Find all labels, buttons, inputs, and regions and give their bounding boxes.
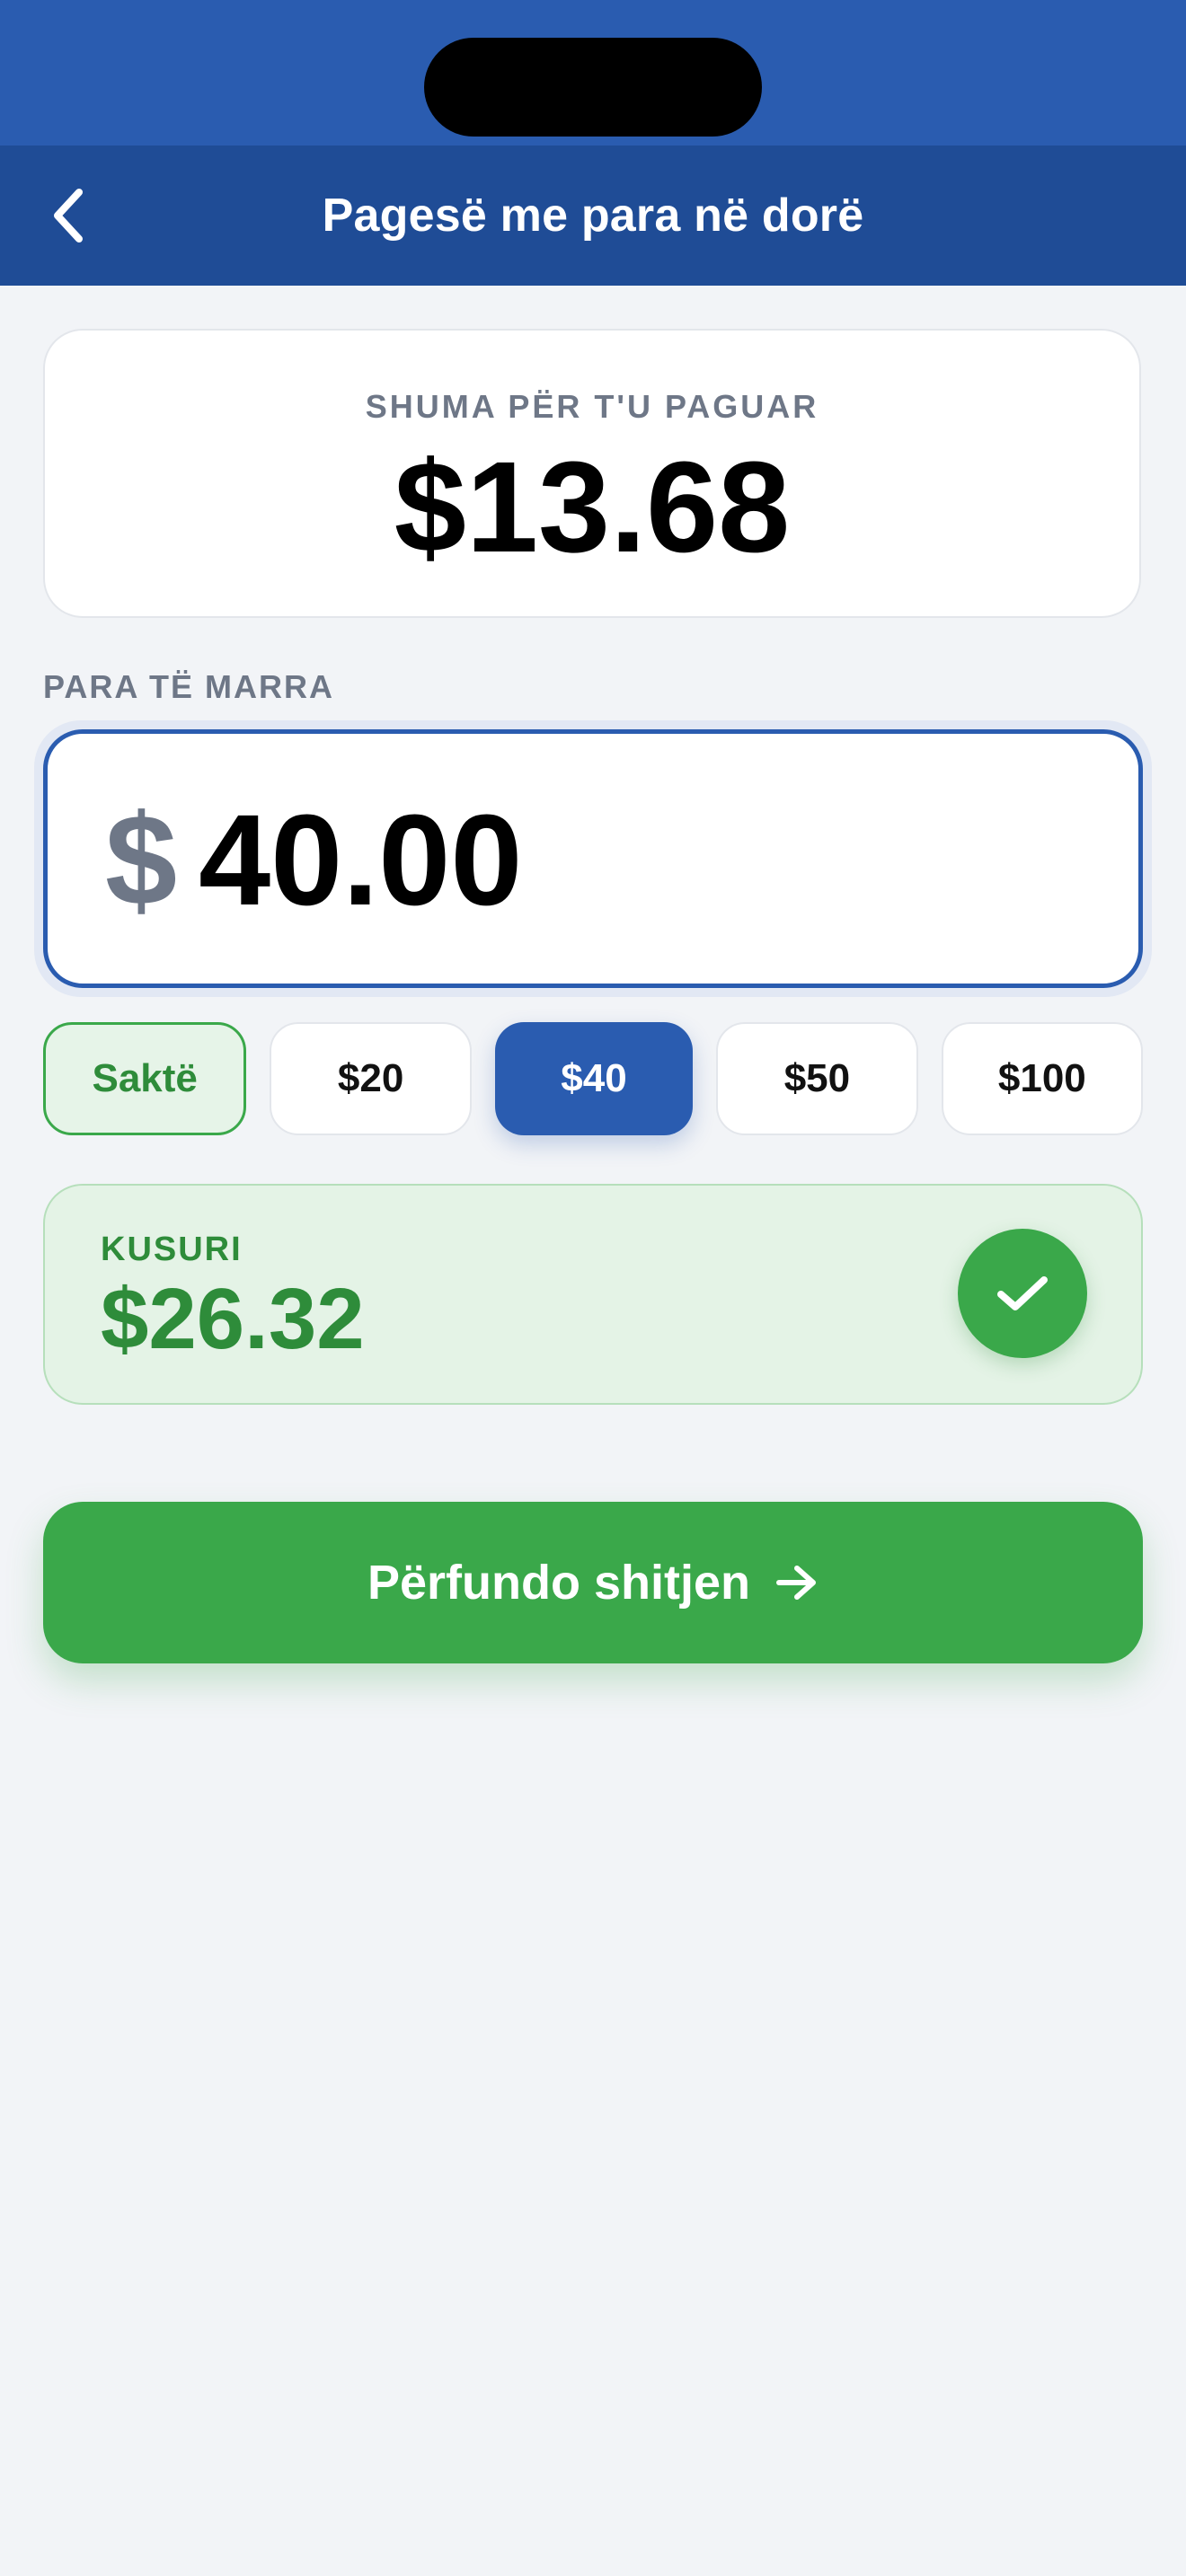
page-title: Pagesë me para në dorë [322, 190, 864, 242]
arrow-right-icon [775, 1563, 819, 1602]
dynamic-island [424, 38, 762, 137]
change-card: KUSURI $26.32 [43, 1184, 1143, 1405]
amount-due-label: SHUMA PËR T'U PAGUAR [365, 388, 819, 425]
quick-amount-100-button[interactable]: $100 [941, 1022, 1144, 1135]
quick-amount-row: Saktë $20 $40 $50 $100 [43, 1022, 1144, 1135]
quick-amount-exact-button[interactable]: Saktë [43, 1022, 247, 1135]
quick-amount-20-button[interactable]: $20 [270, 1022, 472, 1135]
quick-amount-50-button[interactable]: $50 [716, 1022, 918, 1135]
cash-received-value: 40.00 [199, 788, 523, 932]
status-bar [0, 0, 1186, 146]
change-label: KUSURI [101, 1231, 243, 1268]
finish-sale-label: Përfundo shitjen [367, 1556, 750, 1610]
currency-symbol: $ [105, 788, 178, 932]
finish-sale-button[interactable]: Përfundo shitjen [43, 1502, 1143, 1663]
quick-amount-40-button[interactable]: $40 [494, 1022, 694, 1135]
amount-due-card: SHUMA PËR T'U PAGUAR $13.68 [43, 329, 1141, 618]
change-status-badge [958, 1229, 1087, 1358]
amount-due-value: $13.68 [394, 435, 791, 579]
change-value: $26.32 [101, 1271, 365, 1367]
cash-received-input[interactable]: $ 40.00 [43, 729, 1143, 988]
checkmark-icon [997, 1276, 1048, 1310]
navigation-bar: Pagesë me para në dorë [0, 146, 1186, 286]
cash-received-label: PARA TË MARRA [43, 668, 334, 705]
